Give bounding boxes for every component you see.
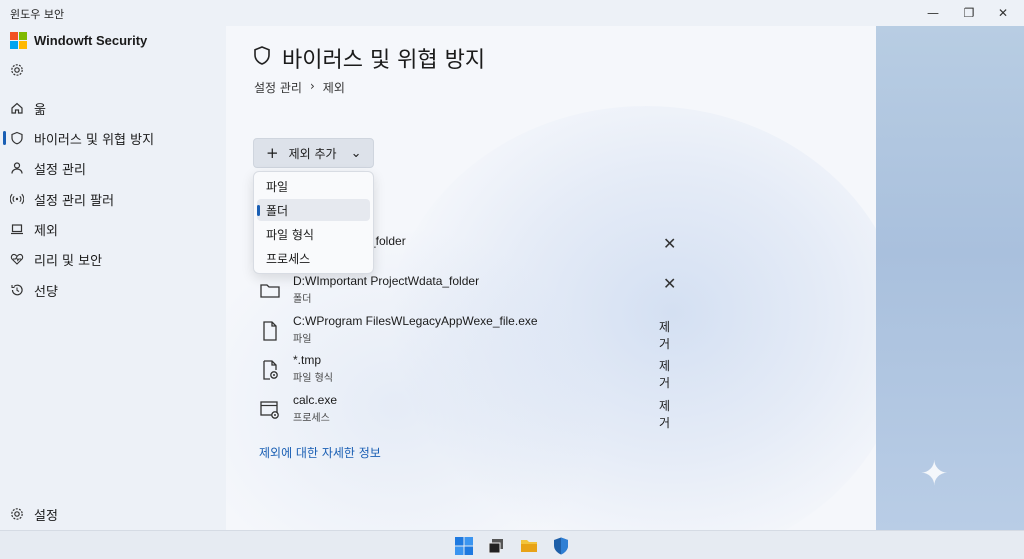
sidebar-item-network[interactable]: 설정 관리 팔러 <box>10 187 210 211</box>
sidebar: Windowft Security 욺 바이러스 및 위협 방지 설정 관리 설… <box>0 26 226 530</box>
remove-button[interactable]: 제거 <box>659 357 673 391</box>
remove-button[interactable]: 제거 <box>659 397 673 431</box>
windows-logo-icon <box>10 32 27 49</box>
title-bar: 윈도우 보안 — ❐ ✕ <box>0 0 1024 26</box>
exclusion-path: calc.exe <box>293 393 338 407</box>
add-exclusion-button[interactable]: + 제외 추가 ⌄ <box>253 138 374 168</box>
sidebar-item-label: 설정 관리 팔러 <box>34 193 115 209</box>
add-exclusion-label: 제외 추가 <box>288 146 337 161</box>
plus-icon: + <box>266 144 279 162</box>
sidebar-item-label: 설정 <box>34 508 58 524</box>
wifi-icon <box>10 192 24 206</box>
sidebar-item-label: 선댱 <box>34 284 58 300</box>
shield-icon <box>252 45 272 71</box>
task-view-icon[interactable] <box>486 536 506 556</box>
sidebar-settings-gear[interactable] <box>10 58 34 82</box>
heartbeat-icon <box>10 252 24 266</box>
menu-item-label: 폴더 <box>266 203 289 218</box>
menu-item-process[interactable]: 프로세스 <box>257 247 370 269</box>
restore-button[interactable]: ❐ <box>952 2 986 24</box>
process-icon <box>259 399 281 421</box>
gear-icon <box>10 63 24 77</box>
sidebar-item-health[interactable]: 리리 및 보안 <box>10 247 210 271</box>
sidebar-item-exclusions[interactable]: 제외 <box>10 217 210 241</box>
selection-indicator <box>257 205 260 216</box>
sparkle-icon: ✦ <box>920 454 949 494</box>
breadcrumb: 설정 관리 › 제외 <box>254 79 345 96</box>
laptop-icon <box>10 222 24 236</box>
exclusion-row[interactable]: *.tmp 파일 형식 제거 <box>253 351 673 390</box>
exclusion-path: *.tmp <box>293 353 322 367</box>
menu-item-label: 프로세스 <box>266 251 311 266</box>
gear-icon <box>10 507 24 521</box>
start-icon[interactable] <box>454 536 474 556</box>
security-window: 윈도우 보안 — ❐ ✕ Windowft Security 욺 바이러스 및 … <box>0 0 1024 530</box>
taskbar <box>0 530 1024 559</box>
menu-item-label: 파일 <box>266 179 289 194</box>
exclusion-kind: 프로세스 <box>293 413 330 424</box>
sidebar-item-settings[interactable]: 설정 <box>10 502 210 526</box>
app-header: Windowft Security <box>10 32 148 49</box>
windows-security-icon[interactable] <box>551 536 571 556</box>
sidebar-item-history[interactable]: 선댱 <box>10 278 210 302</box>
menu-item-file[interactable]: 파일 <box>257 175 370 197</box>
history-icon <box>10 283 24 297</box>
main-content: 바이러스 및 위협 방지 설정 관리 › 제외 + 제외 추가 ⌄ 파일 폴더 … <box>226 26 876 530</box>
page-title: 바이러스 및 위협 방지 <box>282 48 486 73</box>
shield-icon <box>10 131 24 145</box>
sidebar-item-label: 리리 및 보안 <box>34 253 103 269</box>
remove-x-icon[interactable]: ✕ <box>663 234 676 253</box>
person-icon <box>10 161 24 175</box>
remove-x-icon[interactable]: ✕ <box>663 274 676 293</box>
active-indicator <box>3 131 6 145</box>
exclusion-row[interactable]: C:WProgram FilesWLegacyAppWexe_file.exe … <box>253 312 673 351</box>
breadcrumb-parent[interactable]: 설정 관리 <box>254 79 302 96</box>
exclusion-row[interactable]: calc.exe 프로세스 제거 <box>253 391 673 430</box>
exclusion-kind: 파일 <box>293 334 312 345</box>
sidebar-item-label: 제외 <box>34 223 58 239</box>
chevron-down-icon: ⌄ <box>350 145 362 161</box>
folder-icon <box>259 280 281 302</box>
page-header: 바이러스 및 위협 방지 <box>252 42 485 74</box>
exclusion-kind: 폴더 <box>293 294 312 305</box>
more-info-link[interactable]: 제외에 대한 자세한 정보 <box>259 444 381 461</box>
app-name: Windowft Security <box>34 32 148 48</box>
file-type-icon <box>259 359 281 381</box>
sidebar-item-label: 욺 <box>34 102 46 118</box>
file-explorer-icon[interactable] <box>519 536 539 556</box>
menu-item-label: 파일 형식 <box>266 227 314 242</box>
sidebar-item-virus-protection[interactable]: 바이러스 및 위협 방지 <box>10 126 210 150</box>
close-button[interactable]: ✕ <box>986 2 1020 24</box>
home-icon <box>10 101 24 115</box>
breadcrumb-current: 제외 <box>322 81 345 95</box>
sidebar-item-label: 바이러스 및 위협 방지 <box>34 132 155 148</box>
exclusion-row[interactable]: D:WImportant ProjectWdata_folder 폴더 ✕ <box>253 272 676 308</box>
remove-button[interactable]: 제거 <box>659 318 673 352</box>
exclusion-path: D:WImportant ProjectWdata_folder <box>293 274 480 288</box>
sidebar-item-home[interactable]: 욺 <box>10 96 210 120</box>
decorative-pane: ✦ <box>876 26 1024 530</box>
add-exclusion-menu: 파일 폴더 파일 형식 프로세스 <box>253 171 374 274</box>
exclusion-kind: 파일 형식 <box>293 373 333 384</box>
window-title: 윈도우 보안 <box>10 8 65 21</box>
sidebar-item-label: 설정 관리 <box>34 162 86 178</box>
exclusion-path: _folder <box>369 234 406 248</box>
menu-item-file-type[interactable]: 파일 형식 <box>257 223 370 245</box>
file-icon <box>259 320 281 342</box>
minimize-button[interactable]: — <box>916 2 950 24</box>
breadcrumb-separator: › <box>309 79 315 93</box>
sidebar-item-account[interactable]: 설정 관리 <box>10 156 210 180</box>
exclusion-path: C:WProgram FilesWLegacyAppWexe_file.exe <box>293 314 538 328</box>
menu-item-folder[interactable]: 폴더 <box>257 199 370 221</box>
